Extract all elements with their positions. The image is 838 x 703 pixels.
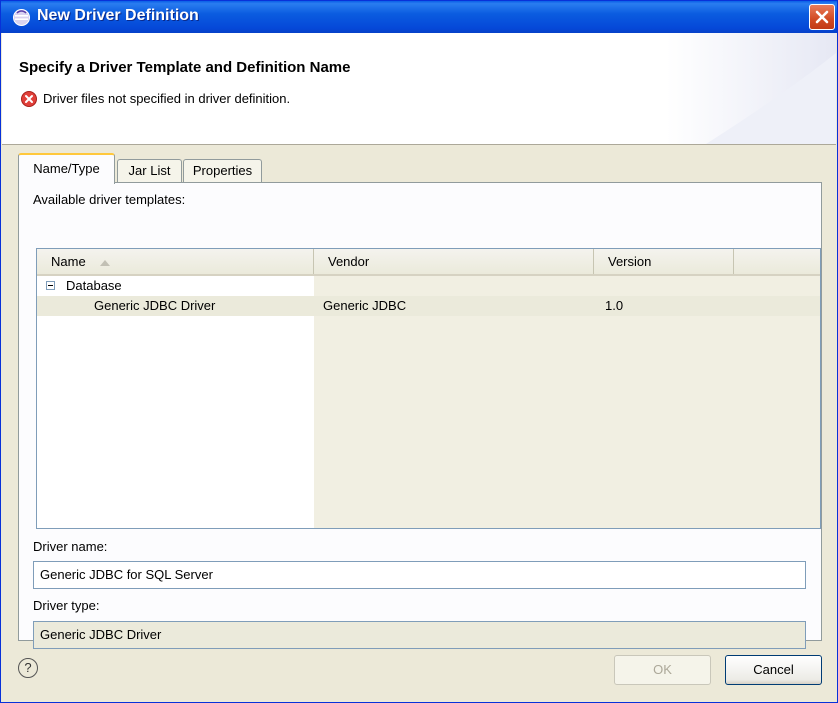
tab-jar-list[interactable]: Jar List: [117, 159, 182, 183]
row-name: Generic JDBC Driver: [94, 298, 216, 313]
driver-name-label: Driver name:: [33, 539, 108, 554]
ok-button[interactable]: OK: [614, 655, 711, 685]
dialog-window: New Driver Definition Specify a Driver T…: [0, 0, 838, 703]
column-header-version[interactable]: Version: [594, 249, 734, 274]
row-vendor: Generic JDBC: [323, 298, 407, 313]
tab-content: Available driver templates: Name Vendor …: [18, 182, 822, 649]
tree-category-row[interactable]: Database: [37, 276, 820, 296]
templates-label: Available driver templates:: [33, 192, 186, 207]
wizard-header: Specify a Driver Template and Definition…: [2, 33, 836, 145]
tab-folder: Name/Type Jar List Properties Available …: [18, 153, 822, 649]
row-version: 1.0: [605, 298, 624, 313]
header-banner-graphic: [666, 33, 836, 144]
header-error-message: Driver files not specified in driver def…: [43, 91, 291, 106]
column-header-vendor[interactable]: Vendor: [314, 249, 594, 274]
driver-name-input[interactable]: Generic JDBC for SQL Server: [33, 561, 806, 589]
table-header: Name Vendor Version: [37, 249, 820, 276]
tab-name-type[interactable]: Name/Type: [18, 153, 115, 184]
collapse-icon[interactable]: [46, 281, 55, 290]
category-label: Database: [66, 278, 122, 293]
tab-properties[interactable]: Properties: [183, 159, 262, 183]
column-header-name[interactable]: Name: [37, 249, 314, 274]
title-bar[interactable]: New Driver Definition: [1, 1, 837, 33]
cancel-button[interactable]: Cancel: [725, 655, 822, 685]
error-icon: [21, 91, 37, 107]
close-button[interactable]: [809, 4, 835, 30]
help-icon[interactable]: ?: [18, 658, 38, 678]
close-icon: [815, 10, 829, 24]
sort-ascending-icon: [100, 259, 111, 266]
header-title: Specify a Driver Template and Definition…: [19, 59, 351, 76]
table-row[interactable]: Generic JDBC Driver Generic JDBC 1.0: [37, 296, 820, 316]
driver-type-field: Generic JDBC Driver: [33, 621, 806, 649]
driver-templates-table[interactable]: Name Vendor Version Database Generic JDB…: [36, 248, 821, 529]
window-title: New Driver Definition: [37, 7, 199, 24]
driver-type-label: Driver type:: [33, 598, 100, 613]
eclipse-icon: [13, 9, 30, 26]
column-header-label: Name: [51, 254, 86, 269]
